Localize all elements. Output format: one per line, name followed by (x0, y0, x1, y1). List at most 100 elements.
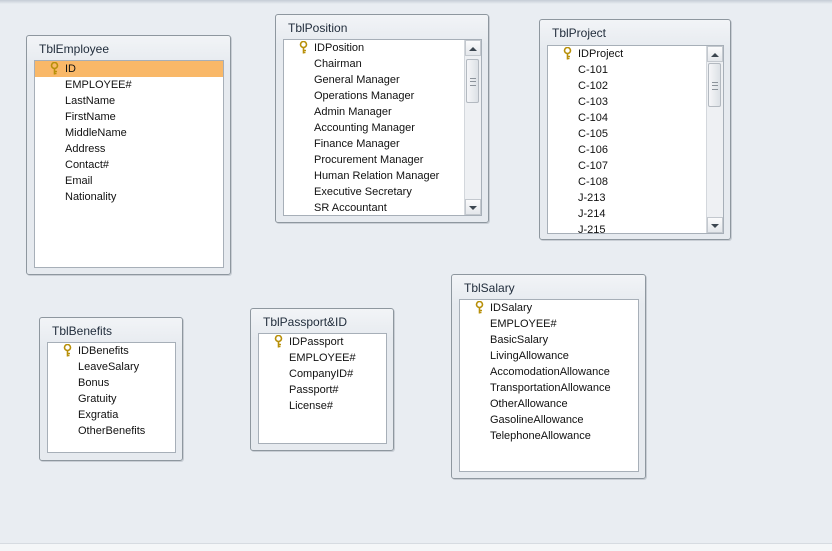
field-name: IDPosition (314, 42, 365, 54)
field-item[interactable]: AccomodationAllowance (460, 364, 638, 380)
field-name: Operations Manager (314, 90, 415, 102)
field-item[interactable]: Chairman (284, 56, 465, 72)
table-window-tblemployee[interactable]: TblEmployee ID EMPLOYEE# LastName FirstName M… (26, 35, 231, 275)
field-list[interactable]: IDPosition Chairman General Manager Operati… (283, 39, 482, 216)
table-title[interactable]: TblPosition (288, 21, 347, 35)
field-item[interactable]: Email (35, 173, 223, 189)
field-name: Human Relation Manager (314, 170, 440, 182)
field-item[interactable]: BasicSalary (460, 332, 638, 348)
primary-key-field[interactable]: IDProject (548, 46, 707, 62)
scroll-up-arrow-icon[interactable] (707, 46, 723, 62)
field-item[interactable]: CompanyID# (259, 366, 386, 382)
field-item[interactable]: J-215 (548, 222, 707, 233)
field-item[interactable]: License# (259, 398, 386, 414)
key-icon (563, 46, 572, 60)
table-title[interactable]: TblProject (552, 26, 606, 40)
table-window-tblpassport[interactable]: TblPassport&ID IDPassport EMPLOYEE# Company… (250, 308, 394, 451)
table-title[interactable]: TblSalary (464, 281, 515, 295)
key-icon (475, 300, 484, 314)
field-item[interactable]: C-105 (548, 126, 707, 142)
scroll-up-arrow-icon[interactable] (465, 40, 481, 56)
primary-key-field[interactable]: IDSalary (460, 300, 638, 316)
field-item[interactable]: EMPLOYEE# (259, 350, 386, 366)
field-name: ID (65, 63, 76, 75)
field-item[interactable]: C-102 (548, 78, 707, 94)
table-window-tblbenefits[interactable]: TblBenefits IDBenefits LeaveSalary Bonus Gra… (39, 317, 183, 461)
field-name: License# (289, 400, 334, 412)
field-item[interactable]: C-104 (548, 110, 707, 126)
field-item[interactable]: EMPLOYEE# (35, 77, 223, 93)
field-item[interactable]: C-108 (548, 174, 707, 190)
primary-key-field[interactable]: IDPassport (259, 334, 386, 350)
scroll-down-arrow-icon[interactable] (707, 217, 723, 233)
field-item[interactable]: J-213 (548, 190, 707, 206)
field-item[interactable]: LeaveSalary (48, 359, 175, 375)
primary-key-field[interactable]: IDBenefits (48, 343, 175, 359)
field-item[interactable]: OtherAllowance (460, 396, 638, 412)
field-item[interactable]: Admin Manager (284, 104, 465, 120)
field-item[interactable]: TelephoneAllowance (460, 428, 638, 444)
field-name: EMPLOYEE# (289, 352, 356, 364)
field-item[interactable]: C-106 (548, 142, 707, 158)
field-item[interactable]: OtherBenefits (48, 423, 175, 439)
primary-key-field[interactable]: IDPosition (284, 40, 465, 56)
primary-key-field[interactable]: ID (35, 61, 223, 77)
grip-icon (470, 78, 476, 86)
field-item[interactable]: Bonus (48, 375, 175, 391)
field-item[interactable]: Contact# (35, 157, 223, 173)
field-item[interactable]: GasolineAllowance (460, 412, 638, 428)
field-item[interactable]: Executive Secretary (284, 184, 465, 200)
field-item[interactable]: Operations Manager (284, 88, 465, 104)
field-item[interactable]: MiddleName (35, 125, 223, 141)
scrollbar-thumb[interactable] (466, 59, 479, 103)
field-item[interactable]: C-101 (548, 62, 707, 78)
field-list[interactable]: ID EMPLOYEE# LastName FirstName MiddleName Ad… (34, 60, 224, 268)
field-item[interactable]: C-103 (548, 94, 707, 110)
table-window-tblproject[interactable]: TblProject IDProject C-101 C-102 C-103 C-104 C… (539, 19, 731, 240)
vertical-scrollbar[interactable] (464, 40, 481, 215)
scrollbar-thumb[interactable] (708, 63, 721, 107)
field-list[interactable]: IDSalary EMPLOYEE# BasicSalary LivingAllowa… (459, 299, 639, 472)
table-title[interactable]: TblEmployee (39, 42, 109, 56)
field-name: Email (65, 175, 93, 187)
field-list[interactable]: IDPassport EMPLOYEE# CompanyID# Passport# Li… (258, 333, 387, 444)
field-item[interactable]: Passport# (259, 382, 386, 398)
field-name: Address (65, 143, 106, 155)
field-name: C-102 (578, 80, 608, 92)
field-name: Admin Manager (314, 106, 392, 118)
field-item[interactable]: Exgratia (48, 407, 175, 423)
field-item[interactable]: Address (35, 141, 223, 157)
field-item[interactable]: Nationality (35, 189, 223, 205)
grip-icon (712, 82, 718, 90)
field-item[interactable]: General Manager (284, 72, 465, 88)
key-icon (50, 61, 59, 75)
field-name: GasolineAllowance (490, 414, 584, 426)
field-name: LastName (65, 95, 116, 107)
field-name: TransportationAllowance (490, 382, 611, 394)
field-item[interactable]: Procurement Manager (284, 152, 465, 168)
field-item[interactable]: Human Relation Manager (284, 168, 465, 184)
table-title[interactable]: TblBenefits (52, 324, 112, 338)
field-list[interactable]: IDProject C-101 C-102 C-103 C-104 C-105 C-106 C… (547, 45, 724, 234)
field-item[interactable]: Finance Manager (284, 136, 465, 152)
vertical-scrollbar[interactable] (706, 46, 723, 233)
field-item[interactable]: SR Accountant (284, 200, 465, 215)
table-window-tblsalary[interactable]: TblSalary IDSalary EMPLOYEE# BasicSalary Liv… (451, 274, 646, 479)
field-item[interactable]: C-107 (548, 158, 707, 174)
field-item[interactable]: LivingAllowance (460, 348, 638, 364)
field-item[interactable]: Gratuity (48, 391, 175, 407)
field-item[interactable]: J-214 (548, 206, 707, 222)
field-name: IDPassport (289, 336, 344, 348)
ribbon-edge (0, 0, 832, 4)
table-window-tblposition[interactable]: TblPosition IDPosition Chairman General Man… (275, 14, 489, 223)
scroll-down-arrow-icon[interactable] (465, 199, 481, 215)
field-item[interactable]: FirstName (35, 109, 223, 125)
field-list[interactable]: IDBenefits LeaveSalary Bonus Gratuity Exgrat… (47, 342, 176, 453)
field-item[interactable]: TransportationAllowance (460, 380, 638, 396)
field-name: SR Accountant (314, 202, 387, 214)
field-item[interactable]: EMPLOYEE# (460, 316, 638, 332)
field-name: C-108 (578, 176, 608, 188)
field-item[interactable]: Accounting Manager (284, 120, 465, 136)
table-title[interactable]: TblPassport&ID (263, 315, 347, 329)
field-item[interactable]: LastName (35, 93, 223, 109)
